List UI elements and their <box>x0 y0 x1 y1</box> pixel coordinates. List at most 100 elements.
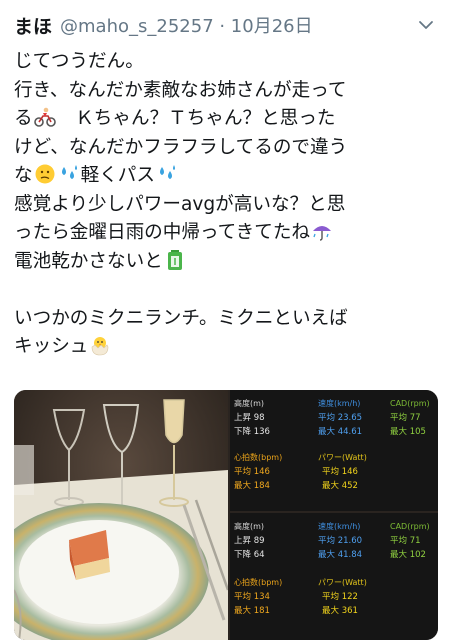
power-label: パワー(Watt) <box>318 453 367 462</box>
heart-rate-max-label: 最大 <box>234 481 252 491</box>
tweet-line: 電池乾かさないと <box>14 248 438 277</box>
cadence-avg-row: 平均 71 <box>390 535 421 547</box>
power-max-value: 452 <box>341 481 358 491</box>
cadence-avg-label: 平均 <box>390 413 408 423</box>
cadence-avg-label: 平均 <box>390 536 408 546</box>
confused-face-icon <box>35 164 55 184</box>
descent-row: 下降 64 <box>234 549 265 561</box>
power-max-label: 最大 <box>322 481 340 491</box>
ride-stats-panel[interactable]: 高度(m) 上昇 89 下降 64 速度(km/h) 平均 21.60 最大 4… <box>230 513 438 640</box>
speed-max-label: 最大 <box>318 427 336 437</box>
heart-rate-avg-value: 134 <box>253 592 270 602</box>
cadence-label: CAD(rpm) <box>390 522 430 531</box>
descent-row: 下降 136 <box>234 426 270 438</box>
tweet-text: じてつうだん。 行き、なんだか素敵なお姉さんが走って る Ｋちゃん？Ｔちゃん？と… <box>14 48 438 362</box>
umbrella-rain-icon <box>313 226 332 241</box>
heart-rate-avg-label: 平均 <box>234 467 252 477</box>
tweet-line: ったら金曜日雨の中帰ってきてたね <box>14 219 438 248</box>
power-max-row: 最大 361 <box>322 605 358 617</box>
speed-max-row: 最大 41.84 <box>318 549 362 561</box>
speed-max-label: 最大 <box>318 550 336 560</box>
power-avg-value: 122 <box>341 592 358 602</box>
hatching-chick-icon <box>92 337 109 356</box>
descent-label: 下降 <box>234 427 252 437</box>
climb-row: 上昇 98 <box>234 412 265 424</box>
sweat-droplets-icon <box>160 165 175 179</box>
handle-and-date[interactable]: @maho_s_25257 · 10月26日 <box>60 12 313 38</box>
heart-rate-avg-row: 平均 146 <box>234 466 270 478</box>
power-max-value: 361 <box>341 606 358 616</box>
tweet-line: 感覚より少しパワーavgが高いな？と思 <box>14 191 438 220</box>
speed-avg-row: 平均 21.60 <box>318 535 362 547</box>
elevation-label: 高度(m) <box>234 522 265 531</box>
speed-max-value: 44.61 <box>337 427 363 437</box>
text-span: ったら金曜日雨の中帰ってきてたね <box>14 222 311 243</box>
speed-avg-value: 23.65 <box>337 413 363 423</box>
cadence-max-value: 102 <box>409 550 426 560</box>
power-avg-row: 平均 122 <box>322 591 358 603</box>
ride-stats-panel[interactable]: 高度(m) 上昇 98 下降 136 速度(km/h) 平均 23.65 最大 … <box>230 390 438 511</box>
text-span: けど、なんだかフラフラしてるので違う <box>14 136 348 158</box>
sweat-droplets-icon <box>61 165 77 179</box>
text-span: いつかのミクニランチ。ミクニといえば <box>14 307 348 329</box>
chevron-down-icon[interactable] <box>417 16 435 34</box>
tweet-line: けど、なんだかフラフラしてるので違う <box>14 134 438 163</box>
speed-avg-value: 21.60 <box>337 536 363 546</box>
power-avg-label: 平均 <box>322 592 340 602</box>
power-label: パワー(Watt) <box>318 578 367 587</box>
cadence-max-value: 105 <box>409 427 426 437</box>
climb-value: 98 <box>253 413 265 423</box>
cadence-avg-row: 平均 77 <box>390 412 421 424</box>
text-span: 電池乾かさないと <box>14 250 163 272</box>
descent-value: 64 <box>253 550 265 560</box>
tweet-header: まほ @maho_s_25257 · 10月26日 <box>14 10 437 40</box>
lunch-photo[interactable] <box>14 390 228 640</box>
media-grid: 高度(m) 上昇 98 下降 136 速度(km/h) 平均 23.65 最大 … <box>14 390 438 640</box>
heart-rate-max-value: 184 <box>253 481 270 491</box>
display-name[interactable]: まほ <box>14 12 52 39</box>
tweet-line: キッシュ <box>14 333 438 362</box>
speed-avg-label: 平均 <box>318 536 336 546</box>
battery-icon <box>167 249 182 270</box>
heart-rate-avg-row: 平均 134 <box>234 591 270 603</box>
speed-avg-label: 平均 <box>318 413 336 423</box>
cadence-max-row: 最大 105 <box>390 426 426 438</box>
text-span: 感覚より少しパワーavgが高いな？と思 <box>14 193 346 215</box>
descent-value: 136 <box>253 427 270 437</box>
cadence-max-label: 最大 <box>390 550 408 560</box>
descent-label: 下降 <box>234 550 252 560</box>
speed-max-row: 最大 44.61 <box>318 426 362 438</box>
bicyclist-icon <box>33 107 56 127</box>
climb-row: 上昇 89 <box>234 535 265 547</box>
tweet-line: じてつうだん。 <box>14 48 438 77</box>
power-avg-row: 平均 146 <box>322 466 358 478</box>
power-max-label: 最大 <box>322 606 340 616</box>
cadence-label: CAD(rpm) <box>390 399 430 408</box>
tweet-line: る Ｋちゃん？Ｔちゃん？と思った <box>14 105 438 134</box>
heart-rate-max-row: 最大 184 <box>234 480 270 492</box>
heart-rate-label: 心拍数(bpm) <box>234 578 283 587</box>
climb-label: 上昇 <box>234 536 252 546</box>
text-span: キッシュ <box>14 336 89 357</box>
speed-avg-row: 平均 23.65 <box>318 412 362 424</box>
elevation-label: 高度(m) <box>234 399 265 408</box>
text-span: Ｋちゃん？Ｔちゃん？と思った <box>56 108 336 129</box>
text-span: 行き、なんだか素敵なお姉さんが走って <box>14 79 347 101</box>
climb-label: 上昇 <box>234 413 252 423</box>
power-avg-label: 平均 <box>322 467 340 477</box>
tweet-line: 行き、なんだか素敵なお姉さんが走って <box>14 77 438 106</box>
speed-max-value: 41.84 <box>337 550 363 560</box>
heart-rate-max-value: 181 <box>253 606 270 616</box>
cadence-avg-value: 71 <box>409 536 421 546</box>
cadence-avg-value: 77 <box>409 413 421 423</box>
cadence-max-row: 最大 102 <box>390 549 426 561</box>
text-span: 軽くパス <box>80 165 155 186</box>
power-max-row: 最大 452 <box>322 480 358 492</box>
heart-rate-max-row: 最大 181 <box>234 605 270 617</box>
climb-value: 89 <box>253 536 265 546</box>
speed-label: 速度(km/h) <box>318 522 361 531</box>
heart-rate-avg-value: 146 <box>253 467 270 477</box>
tweet-line: な 軽くパス <box>14 162 438 191</box>
text-span: る <box>14 108 33 129</box>
